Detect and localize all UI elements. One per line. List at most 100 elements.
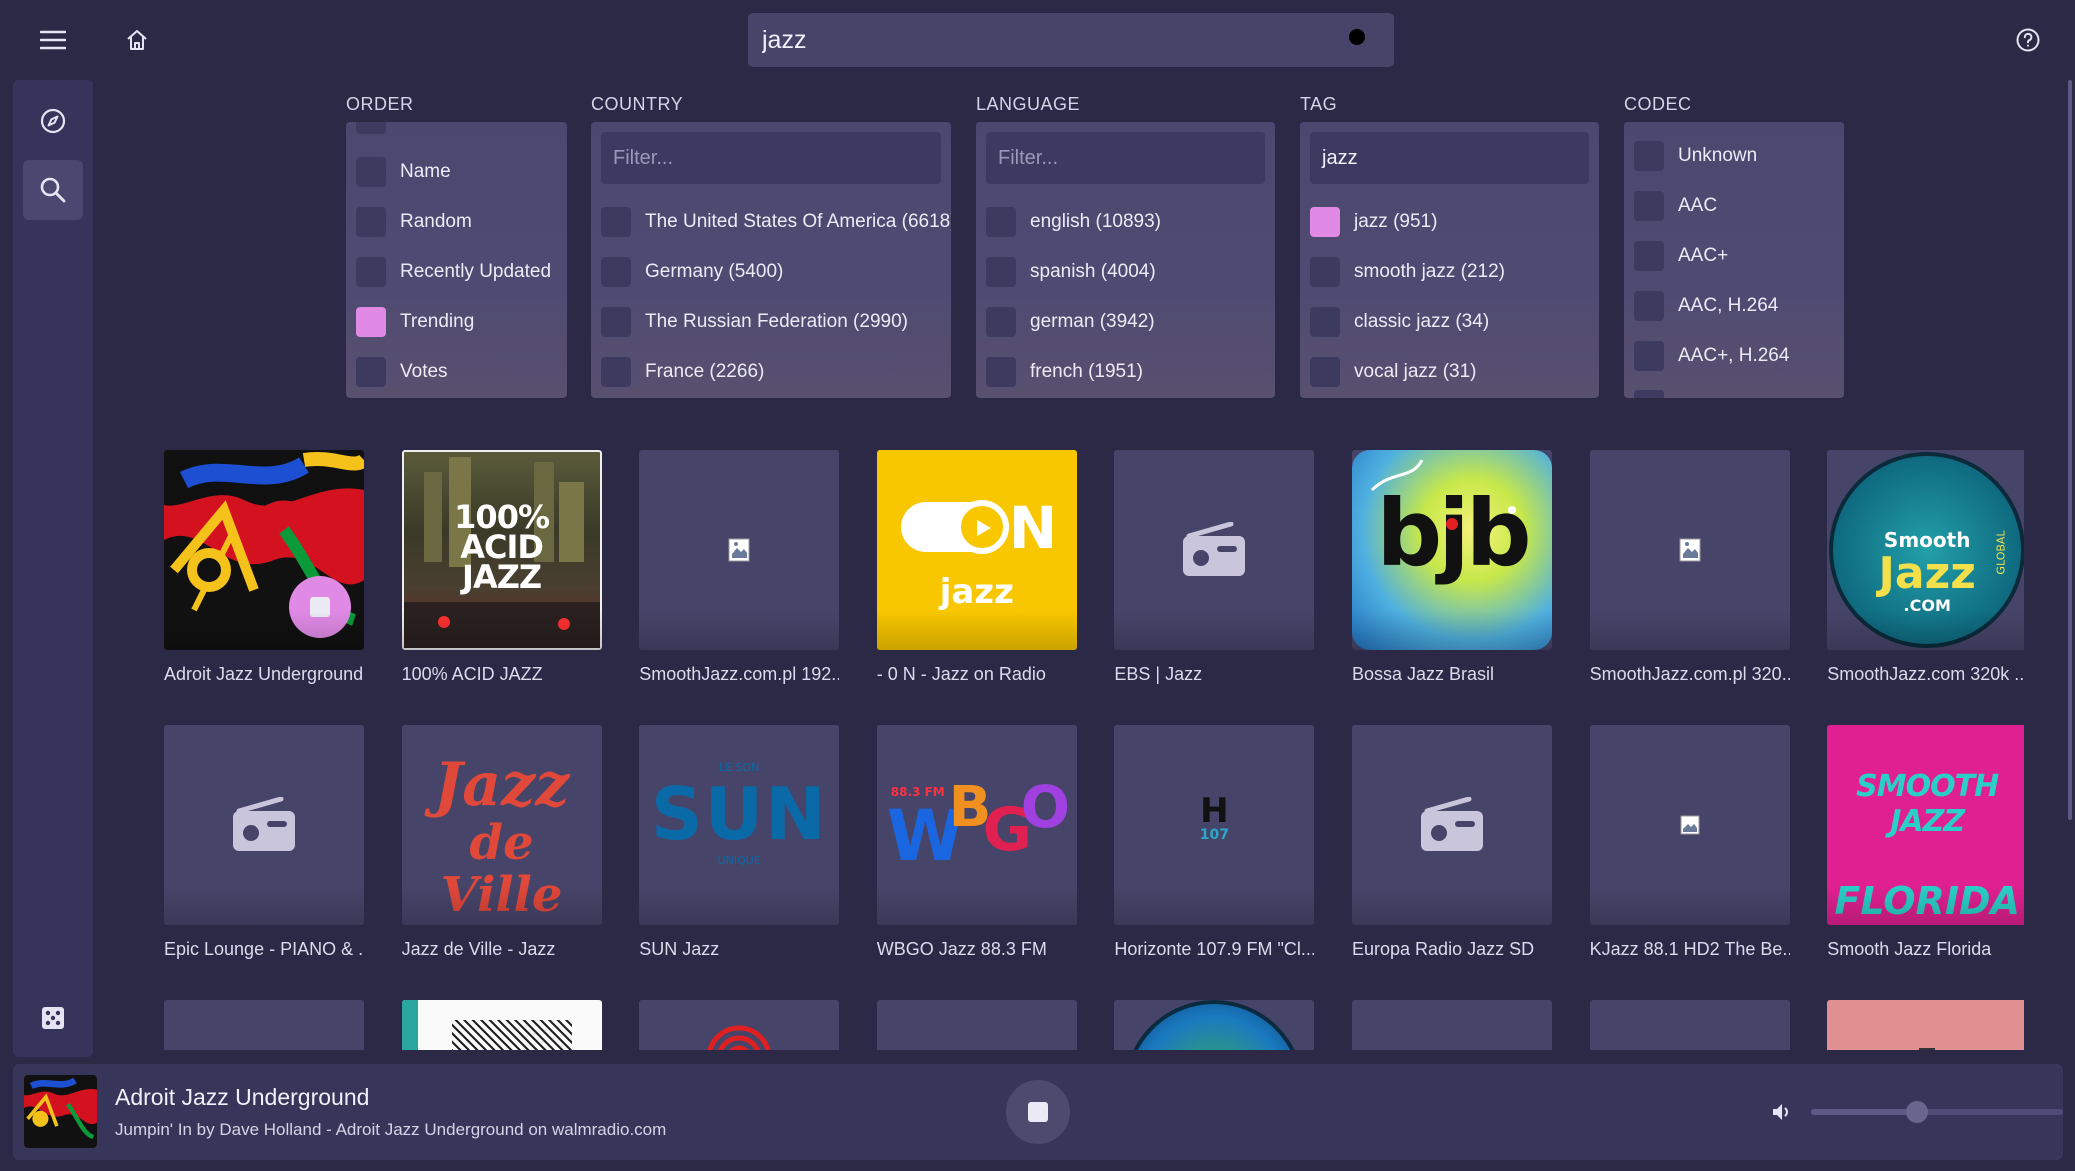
- station-artwork[interactable]: [639, 450, 840, 650]
- menu-icon[interactable]: [25, 12, 81, 68]
- station-card[interactable]: SMOOTH JAZZ FLORIDA Smooth Jazz Florida: [1827, 725, 2024, 960]
- station-artwork[interactable]: [639, 1000, 840, 1050]
- station-card[interactable]: 100% ACID JAZZ 100% ACID JAZZ: [401, 450, 602, 685]
- country-option-checkbox[interactable]: [601, 307, 631, 337]
- station-card[interactable]: [1827, 1000, 2024, 1050]
- order-option-checkbox[interactable]: [356, 157, 386, 187]
- tag-option[interactable]: classic jazz (34): [1310, 306, 1489, 338]
- stop-button[interactable]: [1006, 1080, 1070, 1144]
- tag-option[interactable]: vocal jazz (31): [1310, 356, 1477, 388]
- language-option[interactable]: french (1951): [986, 356, 1143, 388]
- codec-option[interactable]: AAC+, H.264: [1634, 340, 1789, 372]
- station-artwork[interactable]: LE SON SUN UNIQUE: [639, 725, 840, 925]
- station-card[interactable]: [164, 1000, 364, 1050]
- country-filter-input[interactable]: Filter...: [601, 132, 941, 184]
- order-option-checkbox[interactable]: [356, 207, 386, 237]
- language-option[interactable]: german (3942): [986, 306, 1155, 338]
- station-card[interactable]: [401, 1000, 602, 1050]
- search-field[interactable]: [748, 13, 1394, 67]
- codec-option[interactable]: AAC: [1634, 190, 1717, 222]
- station-card[interactable]: Jazz de Ville Jazz de Ville - Jazz: [401, 725, 602, 960]
- station-name[interactable]: SUN Jazz: [639, 939, 839, 960]
- volume-slider[interactable]: [1811, 1101, 2063, 1123]
- country-option-checkbox[interactable]: [601, 357, 631, 387]
- station-artwork[interactable]: [1352, 1000, 1552, 1050]
- station-artwork[interactable]: [164, 1000, 364, 1050]
- station-card[interactable]: EBS | Jazz: [1114, 450, 1315, 685]
- station-artwork[interactable]: H 107: [1114, 725, 1315, 925]
- station-card[interactable]: [876, 1000, 1077, 1050]
- station-card[interactable]: [1589, 1000, 1790, 1050]
- station-card[interactable]: Europa Radio Jazz SD: [1352, 725, 1552, 960]
- codec-option[interactable]: Unknown: [1634, 140, 1757, 172]
- order-option-hidden[interactable]: [356, 122, 386, 134]
- station-artwork[interactable]: [164, 450, 364, 650]
- order-option[interactable]: Name: [356, 156, 451, 188]
- language-filter-input[interactable]: Filter...: [986, 132, 1265, 184]
- station-artwork[interactable]: [1114, 1000, 1315, 1050]
- station-card[interactable]: SmoothJazz.com.pl 320...: [1589, 450, 1790, 685]
- language-option-checkbox[interactable]: [986, 307, 1016, 337]
- order-option[interactable]: Recently Updated: [356, 256, 551, 288]
- home-icon[interactable]: [109, 12, 165, 68]
- tag-option[interactable]: jazz (951): [1310, 206, 1437, 238]
- station-card[interactable]: [639, 1000, 840, 1050]
- station-artwork[interactable]: [1827, 1000, 2024, 1050]
- station-artwork[interactable]: [1589, 450, 1790, 650]
- country-option[interactable]: Germany (5400): [601, 256, 783, 288]
- codec-option-hidden[interactable]: [1634, 390, 1664, 398]
- volume-handle[interactable]: [1905, 1101, 1928, 1123]
- random-station-button[interactable]: [23, 988, 83, 1048]
- station-artwork[interactable]: Jazz de Ville: [401, 725, 602, 925]
- language-option-checkbox[interactable]: [986, 357, 1016, 387]
- station-name[interactable]: EBS | Jazz: [1114, 664, 1314, 685]
- station-name[interactable]: Jazz de Ville - Jazz: [402, 939, 602, 960]
- order-option[interactable]: Votes: [356, 356, 448, 388]
- station-name[interactable]: SmoothJazz.com.pl 320...: [1590, 664, 1790, 685]
- language-option[interactable]: spanish (4004): [986, 256, 1156, 288]
- station-artwork[interactable]: [1352, 725, 1552, 925]
- station-card[interactable]: bjb Bossa Jazz Brasil: [1352, 450, 1552, 685]
- station-card[interactable]: LE SON SUN UNIQUE SUN Jazz: [639, 725, 840, 960]
- station-name[interactable]: Epic Lounge - PIANO & ...: [164, 939, 364, 960]
- station-card[interactable]: [1114, 1000, 1315, 1050]
- station-card[interactable]: KJazz 88.1 HD2 The Be...: [1589, 725, 1790, 960]
- station-name[interactable]: WBGO Jazz 88.3 FM: [877, 939, 1077, 960]
- station-name[interactable]: Bossa Jazz Brasil: [1352, 664, 1552, 685]
- search-nav-button[interactable]: [23, 160, 83, 220]
- station-card[interactable]: [1352, 1000, 1552, 1050]
- station-name[interactable]: Adroit Jazz Underground: [164, 664, 364, 685]
- tag-option-checkbox[interactable]: [1310, 307, 1340, 337]
- station-artwork[interactable]: [401, 1000, 602, 1050]
- codec-option-checkbox[interactable]: [1634, 141, 1664, 171]
- station-artwork[interactable]: 88.3 FM W B G O: [876, 725, 1077, 925]
- tag-option[interactable]: smooth jazz (212): [1310, 256, 1505, 288]
- country-option-checkbox[interactable]: [601, 207, 631, 237]
- station-card[interactable]: Adroit Jazz Underground: [164, 450, 364, 685]
- country-option-checkbox[interactable]: [601, 257, 631, 287]
- station-artwork[interactable]: [1589, 1000, 1790, 1050]
- scrollbar[interactable]: [2068, 80, 2072, 820]
- tag-option-checkbox[interactable]: [1310, 257, 1340, 287]
- volume-icon[interactable]: [1768, 1098, 1796, 1126]
- codec-option-checkbox[interactable]: [1634, 241, 1664, 271]
- station-card[interactable]: 88.3 FM W B G O WBGO Jazz 88.3 FM: [876, 725, 1077, 960]
- codec-option-checkbox[interactable]: [1634, 341, 1664, 371]
- order-option-checkbox[interactable]: [356, 257, 386, 287]
- language-option[interactable]: english (10893): [986, 206, 1161, 238]
- station-artwork[interactable]: [876, 1000, 1077, 1050]
- tag-option-checkbox[interactable]: [1310, 207, 1340, 237]
- station-artwork[interactable]: [164, 725, 364, 925]
- country-list[interactable]: Filter... The United States Of America (…: [591, 122, 951, 398]
- station-artwork[interactable]: Smooth Jazz .COM GLOBAL: [1827, 450, 2024, 650]
- order-option-checkbox[interactable]: [356, 307, 386, 337]
- station-card[interactable]: N jazz - 0 N - Jazz on Radio: [876, 450, 1077, 685]
- order-option[interactable]: Trending: [356, 306, 474, 338]
- station-artwork[interactable]: [1589, 725, 1790, 925]
- station-name[interactable]: Europa Radio Jazz SD: [1352, 939, 1552, 960]
- search-icon[interactable]: [1340, 20, 1380, 60]
- station-name[interactable]: Horizonte 107.9 FM "Cl...: [1114, 939, 1314, 960]
- station-card[interactable]: Smooth Jazz .COM GLOBAL SmoothJazz.com 32…: [1827, 450, 2024, 685]
- country-option[interactable]: The Russian Federation (2990): [601, 306, 908, 338]
- codec-list[interactable]: Unknown AAC AAC+ AAC, H.264 AAC+, H.264: [1624, 122, 1844, 398]
